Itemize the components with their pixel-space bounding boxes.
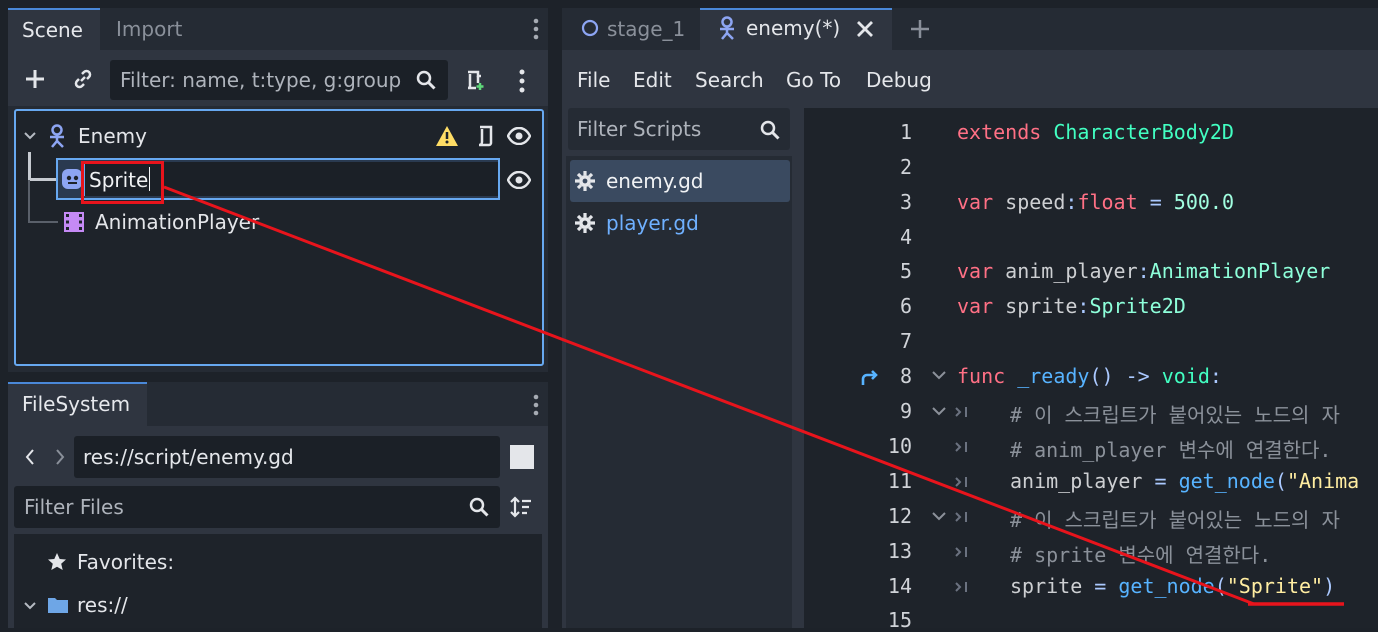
annotation-arrow-line [163,185,1344,606]
